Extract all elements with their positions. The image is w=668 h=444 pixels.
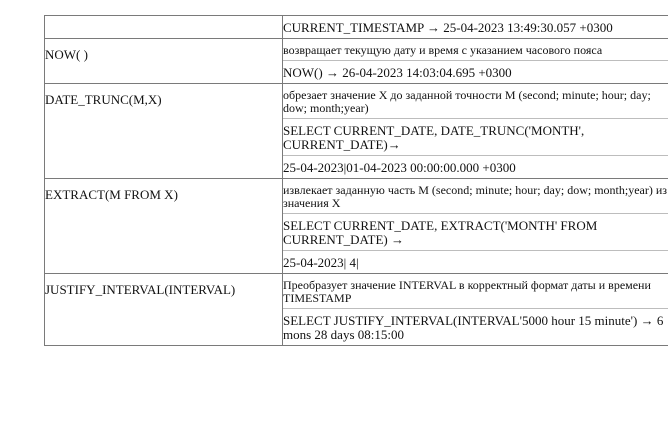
table-row: CURRENT_TIMESTAMP → 25-04-2023 13:49:30.… — [44, 15, 668, 39]
function-name: EXTRACT(M FROM X) — [45, 187, 178, 202]
table-row: DATE_TRUNC(M,X) обрезает значение X до з… — [44, 83, 668, 179]
example-query: SELECT JUSTIFY_INTERVAL(INTERVAL'5000 ho… — [283, 308, 668, 345]
function-description-cell: возвращает текущую дату и время с указан… — [282, 38, 668, 84]
function-name-cell: EXTRACT(M FROM X) — [44, 178, 283, 274]
example-result: 25-04-2023|01-04-2023 00:00:00.000 +0300 — [283, 155, 668, 178]
function-description-cell: извлекает заданную часть M (second; minu… — [282, 178, 668, 274]
function-description-cell: Преобразует значение INTERVAL в корректн… — [282, 273, 668, 346]
function-name: NOW( ) — [45, 47, 88, 62]
description-text: возвращает текущую дату и время с указан… — [283, 43, 603, 57]
table-row: JUSTIFY_INTERVAL(INTERVAL) Преобразует з… — [44, 273, 668, 346]
function-name: DATE_TRUNC(M,X) — [45, 92, 162, 107]
function-name: JUSTIFY_INTERVAL(INTERVAL) — [45, 282, 236, 297]
description-text: обрезает значение X до заданной точности… — [283, 88, 651, 115]
example-query: SELECT CURRENT_DATE, EXTRACT('MONTH' FRO… — [283, 213, 668, 250]
description-text: Преобразует значение INTERVAL в корректн… — [283, 278, 651, 305]
example-result: 25-04-2023| 4| — [283, 250, 668, 273]
function-description-cell: обрезает значение X до заданной точности… — [282, 83, 668, 179]
example-result: NOW() → 26-04-2023 14:03:04.695 +0300 — [283, 60, 668, 83]
function-name-cell: DATE_TRUNC(M,X) — [44, 83, 283, 179]
function-name — [45, 16, 282, 24]
functions-table: CURRENT_TIMESTAMP → 25-04-2023 13:49:30.… — [44, 15, 668, 346]
description-text: извлекает заданную часть M (second; minu… — [283, 183, 668, 210]
function-name-cell — [44, 15, 283, 39]
table-row: EXTRACT(M FROM X) извлекает заданную час… — [44, 178, 668, 274]
function-name-cell: NOW( ) — [44, 38, 283, 84]
example-result: CURRENT_TIMESTAMP → 25-04-2023 13:49:30.… — [283, 20, 613, 35]
function-name-cell: JUSTIFY_INTERVAL(INTERVAL) — [44, 273, 283, 346]
table-row: NOW( ) возвращает текущую дату и время с… — [44, 38, 668, 84]
example-query: SELECT CURRENT_DATE, DATE_TRUNC('MONTH',… — [283, 118, 668, 155]
function-description-cell: CURRENT_TIMESTAMP → 25-04-2023 13:49:30.… — [282, 15, 668, 39]
